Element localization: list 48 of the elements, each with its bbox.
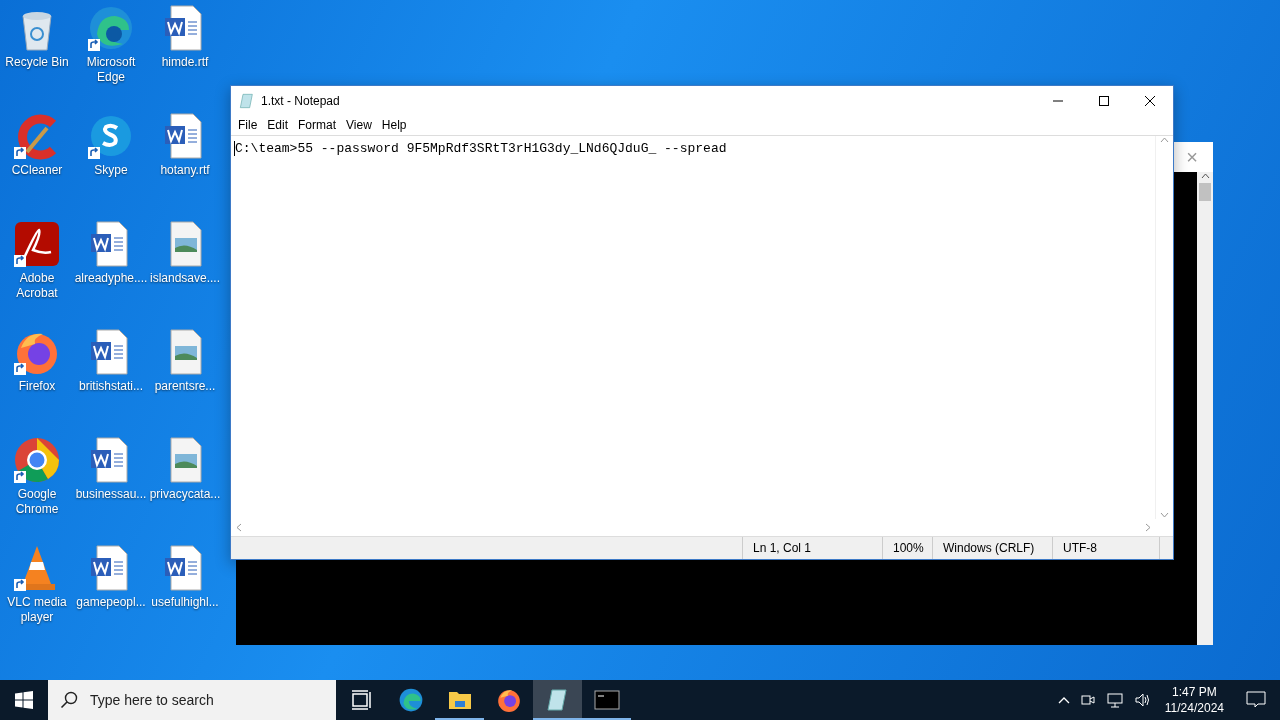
- desktop-icon-label[interactable]: privacycata...: [148, 487, 222, 502]
- search-icon: [60, 691, 78, 709]
- desktop-icon-label[interactable]: Microsoft Edge: [74, 55, 148, 85]
- desktop-icon-label[interactable]: Skype: [74, 163, 148, 178]
- terminal-icon: [593, 690, 620, 710]
- notepad-icon: [239, 92, 255, 109]
- menu-item[interactable]: Edit: [262, 118, 294, 132]
- text-content: C:\team>55 --password 9F5MpRdf3SRtT3rH1G3dy_LNd6QJduG_ --spread: [234, 141, 727, 156]
- desktop-icon-label[interactable]: islandsave....: [148, 271, 222, 286]
- edge-icon: [397, 687, 424, 713]
- desktop-icon-label[interactable]: gamepeopl...: [74, 595, 148, 610]
- taskbar-app-button[interactable]: [533, 680, 582, 720]
- scrollbar-thumb[interactable]: [1199, 183, 1211, 201]
- status-text: UTF-8: [1052, 537, 1159, 559]
- menu-item[interactable]: Format: [293, 118, 342, 132]
- desktop-icon-label[interactable]: VLC media player: [0, 595, 74, 625]
- desktop-icon-label[interactable]: Google Chrome: [0, 487, 74, 517]
- maximize-icon: [1099, 95, 1109, 106]
- desktop-icon-label[interactable]: usefulhighl...: [148, 595, 222, 610]
- folder-icon: [447, 689, 472, 711]
- scrollbar[interactable]: [1197, 172, 1213, 645]
- status-text: Windows (CRLF): [932, 537, 1052, 559]
- desktop-icon-label[interactable]: himde.rtf: [148, 55, 222, 70]
- notepad-icon: [545, 688, 570, 712]
- desktop-icon-label[interactable]: britishstati...: [74, 379, 148, 394]
- desktop-icon-label[interactable]: hotany.rtf: [148, 163, 222, 178]
- status-text: 100%: [882, 537, 932, 559]
- menu-item[interactable]: Help: [376, 118, 412, 132]
- task-view-icon: [350, 690, 373, 710]
- desktop-icon-label[interactable]: CCleaner: [0, 163, 74, 178]
- menu-item[interactable]: File: [233, 118, 263, 132]
- vertical-scrollbar[interactable]: [1155, 136, 1173, 519]
- menu-item[interactable]: View: [341, 118, 377, 132]
- firefox-icon: [495, 687, 522, 713]
- windows-logo-icon: [15, 691, 33, 709]
- window-title: 1.txt - Notepad: [261, 93, 341, 108]
- desktop-icon-label[interactable]: businessau...: [74, 487, 148, 502]
- close-button[interactable]: ×: [1177, 142, 1207, 172]
- desktop-icon-label[interactable]: Adobe Acrobat: [0, 271, 74, 301]
- desktop-icon-label[interactable]: alreadyphe....: [74, 271, 148, 286]
- search-bar[interactable]: Type here to search: [48, 680, 336, 720]
- status-text: Ln 1, Col 1: [742, 537, 882, 559]
- search-field[interactable]: Type here to search: [88, 691, 322, 709]
- close-icon: [1145, 95, 1155, 106]
- desktop-icon-label[interactable]: parentsre...: [148, 379, 222, 394]
- clock[interactable]: 1:47 PM 11/24/2024: [1156, 684, 1232, 716]
- desktop-icon-label[interactable]: Recycle Bin: [0, 55, 74, 70]
- desktop-icon-label[interactable]: Firefox: [0, 379, 74, 394]
